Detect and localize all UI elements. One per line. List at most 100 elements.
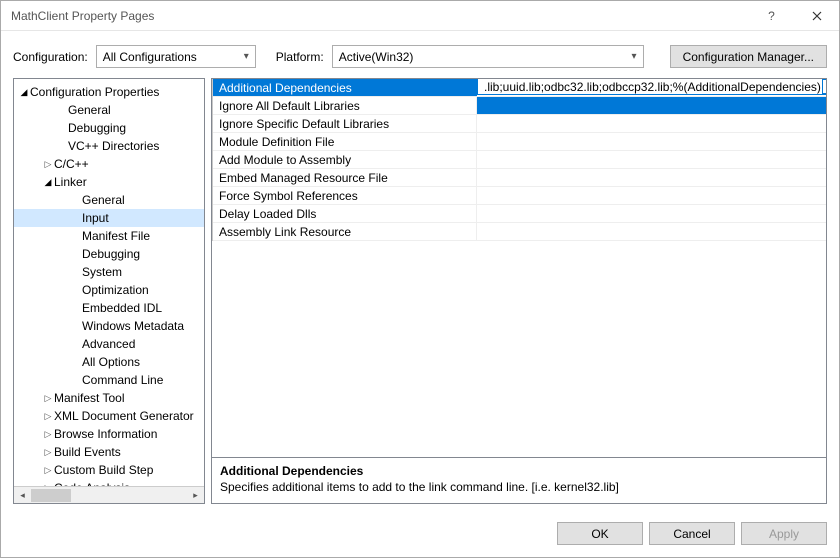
dialog-window: MathClient Property Pages ? Configuratio… (0, 0, 840, 558)
property-value-cell[interactable] (477, 133, 826, 150)
platform-value: Active(Win32) (339, 50, 414, 64)
tree-item-label: XML Document Generator (54, 409, 194, 423)
property-value-cell[interactable] (477, 169, 826, 186)
tree-item-label: Manifest File (82, 229, 150, 243)
close-button[interactable] (794, 1, 839, 30)
configuration-combo[interactable]: All Configurations ▾ (96, 45, 256, 68)
expander-closed-icon: ▷ (42, 393, 54, 404)
tree-item[interactable]: ▷Custom Build Step (14, 461, 204, 479)
apply-button[interactable]: Apply (741, 522, 827, 545)
description-text: Specifies additional items to add to the… (220, 480, 818, 494)
tree-item-label: Input (82, 211, 109, 225)
tree-item[interactable]: Debugging (14, 119, 204, 137)
expander-closed-icon: ▷ (42, 447, 54, 458)
tree-item-label: Manifest Tool (54, 391, 124, 405)
scroll-left-icon[interactable]: ◂ (14, 487, 31, 503)
tree-item[interactable]: Windows Metadata (14, 317, 204, 335)
tree-item[interactable]: All Options (14, 353, 204, 371)
property-row[interactable]: Additional Dependencies.lib;uuid.lib;odb… (213, 79, 826, 97)
property-value-cell[interactable] (477, 151, 826, 168)
tree-item-label: VC++ Directories (68, 139, 159, 153)
tree-h-scrollbar[interactable]: ◂ ▸ (14, 486, 204, 503)
property-name: Add Module to Assembly (213, 151, 477, 168)
expander-closed-icon: ▷ (42, 429, 54, 440)
platform-label: Platform: (276, 50, 324, 64)
tree-item-label: Embedded IDL (82, 301, 162, 315)
tree-item[interactable]: General (14, 101, 204, 119)
tree-item[interactable]: Input (14, 209, 204, 227)
tree-list[interactable]: ◢Configuration Properties General Debuggin… (14, 79, 204, 486)
tree-item[interactable]: ▷C/C++ (14, 155, 204, 173)
tree-item[interactable]: Optimization (14, 281, 204, 299)
tree-item-label: Advanced (82, 337, 135, 351)
configuration-value: All Configurations (103, 50, 197, 64)
property-value-cell[interactable] (477, 115, 826, 132)
property-name: Module Definition File (213, 133, 477, 150)
tree-item-label: General (68, 103, 111, 117)
tree-item-label: C/C++ (54, 157, 89, 171)
property-row[interactable]: Ignore All Default Libraries (213, 97, 826, 115)
tree-item-label: Command Line (82, 373, 163, 387)
tree-item[interactable]: Debugging (14, 245, 204, 263)
tree-item[interactable]: Advanced (14, 335, 204, 353)
tree-item[interactable]: Embedded IDL (14, 299, 204, 317)
tree-item[interactable]: ◢Linker (14, 173, 204, 191)
property-row[interactable]: Delay Loaded Dlls (213, 205, 826, 223)
configuration-manager-button[interactable]: Configuration Manager... (670, 45, 827, 68)
tree-item[interactable]: VC++ Directories (14, 137, 204, 155)
tree-item[interactable]: ▷Browse Information (14, 425, 204, 443)
tree-item[interactable]: ▷Code Analysis (14, 479, 204, 486)
grid-rows: Additional Dependencies.lib;uuid.lib;odb… (213, 79, 826, 241)
tree-item[interactable]: General (14, 191, 204, 209)
tree-item-label: Optimization (82, 283, 149, 297)
platform-combo[interactable]: Active(Win32) ▾ (332, 45, 644, 68)
configuration-label: Configuration: (13, 50, 88, 64)
tree-item-label: Linker (54, 175, 87, 189)
dropdown-button[interactable]: ⌄ (822, 79, 826, 94)
tree-item-label: Browse Information (54, 427, 157, 441)
tree-item-label: Windows Metadata (82, 319, 184, 333)
tree-item[interactable]: ▷Build Events (14, 443, 204, 461)
tree-item-label: Debugging (68, 121, 126, 135)
tree-item[interactable]: Manifest File (14, 227, 204, 245)
cancel-button[interactable]: Cancel (649, 522, 735, 545)
tree-item[interactable]: ▷Manifest Tool (14, 389, 204, 407)
property-value-cell[interactable] (477, 223, 826, 240)
tree-item-root[interactable]: ◢Configuration Properties (14, 83, 204, 101)
titlebar: MathClient Property Pages ? (1, 1, 839, 31)
property-value-cell[interactable] (477, 97, 826, 114)
expander-closed-icon: ▷ (42, 159, 54, 170)
property-row[interactable]: Embed Managed Resource File (213, 169, 826, 187)
expander-closed-icon: ▷ (42, 411, 54, 422)
tree-item[interactable]: ▷XML Document Generator (14, 407, 204, 425)
close-icon (812, 11, 822, 21)
property-value-cell[interactable] (477, 205, 826, 222)
property-row[interactable]: Module Definition File (213, 133, 826, 151)
property-row[interactable]: Force Symbol References (213, 187, 826, 205)
property-value-cell[interactable] (477, 187, 826, 204)
description-title: Additional Dependencies (220, 464, 818, 478)
tree-item[interactable]: Command Line (14, 371, 204, 389)
expander-open-icon: ◢ (18, 87, 30, 98)
tree-item[interactable]: System (14, 263, 204, 281)
property-value: .lib;uuid.lib;odbc32.lib;odbccp32.lib;%(… (484, 80, 821, 94)
property-row[interactable]: Add Module to Assembly (213, 151, 826, 169)
tree-item-label: Build Events (54, 445, 121, 459)
config-toolbar: Configuration: All Configurations ▾ Plat… (1, 31, 839, 78)
description-pane: Additional Dependencies Specifies additi… (212, 457, 826, 503)
property-name: Delay Loaded Dlls (213, 205, 477, 222)
dialog-footer: OK Cancel Apply (1, 512, 839, 557)
chevron-down-icon: ⌄ (825, 80, 826, 94)
help-button[interactable]: ? (749, 1, 794, 30)
property-name[interactable]: Ignore All Default Libraries (213, 97, 477, 114)
property-value-cell[interactable]: .lib;uuid.lib;odbc32.lib;odbccp32.lib;%(… (477, 79, 826, 95)
property-row[interactable]: Assembly Link Resource (213, 223, 826, 241)
scroll-thumb[interactable] (31, 489, 71, 502)
property-row[interactable]: Ignore Specific Default Libraries (213, 115, 826, 133)
tree-item-label: Debugging (82, 247, 140, 261)
scroll-track[interactable] (31, 487, 187, 503)
property-panel: Additional Dependencies .lib;uuid.lib;odb… (211, 78, 827, 504)
chevron-down-icon: ▾ (632, 51, 637, 62)
scroll-right-icon[interactable]: ▸ (187, 487, 204, 503)
ok-button[interactable]: OK (557, 522, 643, 545)
